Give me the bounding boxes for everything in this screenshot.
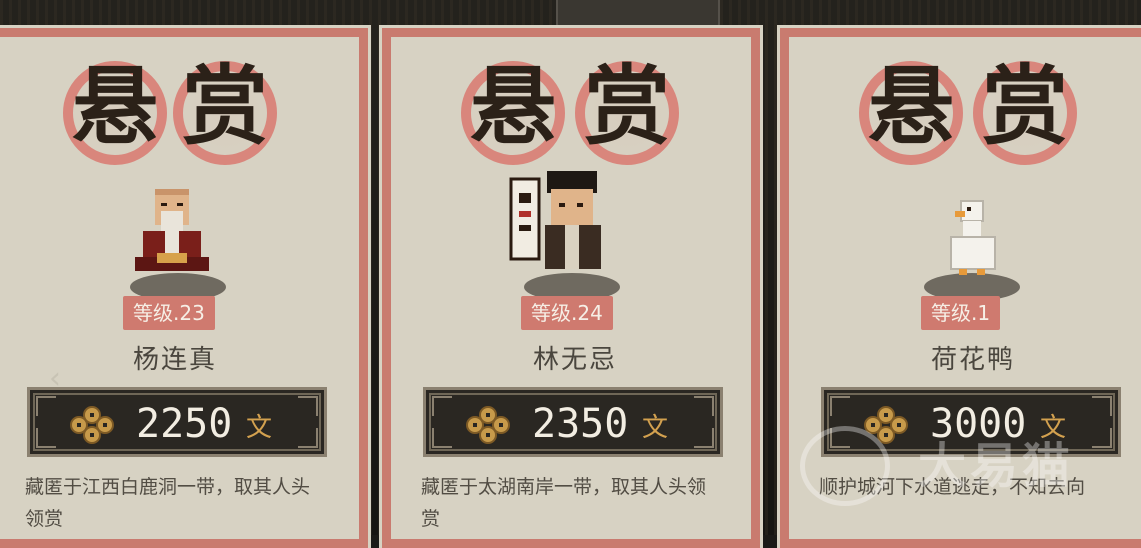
bounty-card-2[interactable]: 悬 赏 等级.24 林无忌 2350 文 藏匿于太湖南岸一带，取其人头领赏 bbox=[379, 25, 763, 548]
stamp-char-xuan: 悬 bbox=[868, 56, 954, 157]
target-name: 荷花鸭 bbox=[930, 345, 1015, 375]
bounty-plate: 2350 文 bbox=[423, 387, 723, 457]
watermark: 大易猫 bbox=[800, 420, 1130, 510]
level-badge: 等级.23 bbox=[123, 296, 215, 330]
cat-logo-icon bbox=[800, 426, 890, 506]
bounty-amount: 2250 bbox=[136, 401, 233, 447]
stamp-char-shang: 赏 bbox=[584, 56, 670, 157]
bounty-amount: 2350 bbox=[532, 401, 629, 447]
coin-icon bbox=[70, 406, 114, 444]
watermark-text: 大易猫 bbox=[918, 438, 1075, 494]
stamp-char-xuan: 悬 bbox=[470, 56, 556, 157]
target-description: 藏匿于太湖南岸一带，取其人头领赏 bbox=[421, 476, 707, 530]
top-tab[interactable] bbox=[556, 0, 720, 30]
white-duck-icon bbox=[907, 171, 1037, 301]
young-swordsman-with-banner-icon bbox=[507, 171, 637, 301]
stamp-char-xuan: 悬 bbox=[72, 56, 158, 157]
bald-elder-monk-icon bbox=[113, 171, 243, 301]
currency-unit: 文 bbox=[642, 413, 669, 443]
bounty-plate: 2250 文 bbox=[27, 387, 327, 457]
bounty-card-1[interactable]: 悬 赏 等级.23 杨连真 ‹ 2250 文 藏匿于江西白鹿洞一带，取其人头领赏 bbox=[0, 25, 371, 548]
target-description: 藏匿于江西白鹿洞一带，取其人头领赏 bbox=[25, 476, 311, 530]
coin-icon bbox=[466, 406, 510, 444]
level-badge: 等级.1 bbox=[921, 296, 1001, 330]
target-name: 林无忌 bbox=[532, 345, 617, 375]
stamp-char-shang: 赏 bbox=[982, 56, 1068, 157]
currency-unit: 文 bbox=[246, 413, 273, 443]
stamp-char-shang: 赏 bbox=[182, 56, 268, 157]
level-badge: 等级.24 bbox=[521, 296, 613, 330]
